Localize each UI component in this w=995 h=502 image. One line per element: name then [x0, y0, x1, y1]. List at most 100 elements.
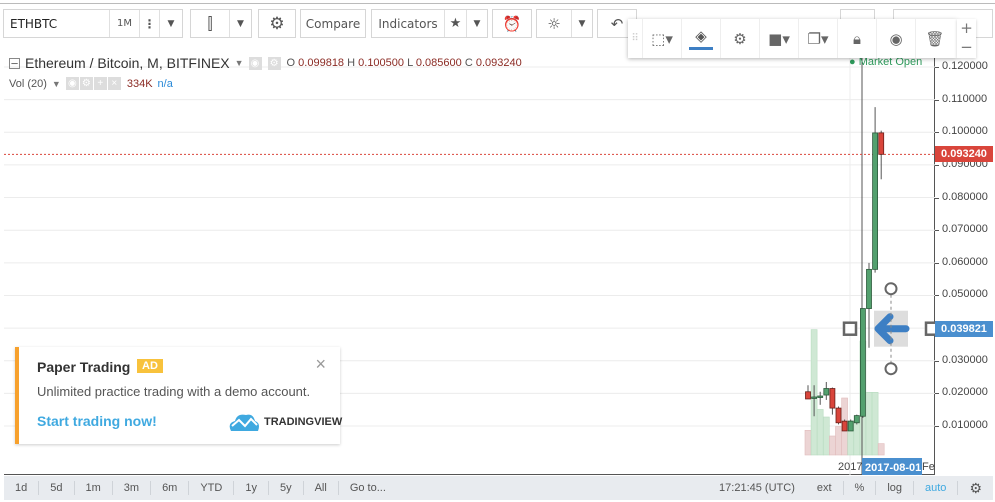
- range-goto[interactable]: Go to...: [337, 481, 397, 495]
- layers-icon[interactable]: ■▾: [759, 19, 798, 58]
- tick-mark: [935, 99, 939, 101]
- tick-mark: [935, 393, 939, 395]
- drag-handle-icon[interactable]: ⠿: [628, 33, 642, 44]
- price-tick: 0.050000: [942, 288, 988, 301]
- eye-icon[interactable]: ◉: [876, 19, 915, 58]
- indicators-group: Indicators ★ ▼: [371, 9, 488, 38]
- candlestick-icon[interactable]: ⫿: [191, 10, 229, 37]
- eye-icon[interactable]: ◉: [65, 77, 79, 90]
- range-3m[interactable]: 3m: [111, 481, 150, 495]
- volume-bar: [853, 420, 861, 456]
- lock-icon[interactable]: 🔒︎: [837, 19, 876, 58]
- price-tick: 0.070000: [942, 223, 988, 236]
- drawing-handle: [842, 321, 858, 336]
- candle-body: [841, 420, 848, 432]
- range-all[interactable]: All: [302, 481, 338, 495]
- close-icon[interactable]: ×: [107, 77, 121, 90]
- tick-mark: [935, 230, 939, 232]
- tick-mark: [935, 262, 939, 264]
- range-6m[interactable]: 6m: [150, 481, 188, 495]
- price-tick: 0.020000: [942, 386, 988, 399]
- volume-label: Vol (20): [9, 77, 47, 90]
- gear-icon[interactable]: ⚙: [267, 56, 281, 70]
- tick-mark: [935, 197, 939, 199]
- range-5d[interactable]: 5d: [38, 481, 73, 495]
- time-label: Feb: [922, 461, 935, 473]
- last-price-label: 0.093240: [935, 146, 993, 163]
- zoom-controls: + −: [957, 19, 976, 58]
- tick-mark: [935, 132, 939, 134]
- ohlc-values: O 0.099818 H 0.100500 L 0.085600 C 0.093…: [286, 57, 522, 69]
- chevron-down-icon[interactable]: ▼: [229, 10, 251, 37]
- range-1y[interactable]: 1y: [233, 481, 268, 495]
- scale-option-percent[interactable]: %: [842, 481, 876, 495]
- price-tick: 0.010000: [942, 419, 988, 432]
- gear-icon[interactable]: ⚙: [720, 19, 759, 58]
- zoom-out-button[interactable]: −: [957, 38, 976, 57]
- compare-button[interactable]: Compare: [300, 9, 366, 38]
- chevron-down-icon[interactable]: ▼: [466, 10, 487, 37]
- ad-banner: Paper Trading AD × Unlimited practice tr…: [15, 347, 342, 444]
- candle-body: [866, 268, 872, 309]
- interval-button[interactable]: 1M: [109, 10, 139, 37]
- ad-title: Paper Trading: [37, 359, 131, 375]
- chevron-down-icon[interactable]: ▼: [571, 10, 592, 37]
- tick-mark: [935, 295, 939, 297]
- price-axis[interactable]: 0.120000 0.110000 0.100000 0.090000 0.080000…: [935, 44, 993, 475]
- candle-body: [847, 420, 854, 432]
- series-legend: − Ethereum / Bitcoin, M, BITFINEX ▼ ◉ ⚙ O…: [9, 55, 522, 71]
- zoom-in-button[interactable]: +: [957, 19, 976, 38]
- price-tick: 0.120000: [942, 60, 988, 72]
- select-area-icon[interactable]: ⬚▾: [642, 19, 681, 58]
- candle-body: [835, 407, 842, 424]
- candle-body: [805, 391, 811, 400]
- symbol-toolbar-group: ETHBTC 1M ⋮ ▼: [3, 9, 183, 38]
- trash-icon[interactable]: 🗑︎: [915, 19, 954, 58]
- scale-option-log[interactable]: log: [875, 481, 913, 495]
- chevron-down-icon[interactable]: ▼: [235, 58, 244, 68]
- scale-option-auto[interactable]: auto: [913, 481, 957, 495]
- cloud-logo-icon: [229, 414, 259, 431]
- gear-icon[interactable]: ⚙: [957, 481, 993, 495]
- drawing-handle: [884, 362, 898, 376]
- cursor-price-label: 0.039821: [935, 320, 993, 337]
- chevron-down-icon[interactable]: ▼: [52, 79, 61, 89]
- scale-option-ext[interactable]: ext: [806, 481, 843, 495]
- volume-value: 334K: [126, 77, 153, 90]
- price-tick: 0.100000: [942, 125, 988, 138]
- range-1d[interactable]: 1d: [4, 481, 38, 495]
- drawing-handle: [924, 321, 940, 336]
- alert-button[interactable]: ⏰: [492, 9, 532, 38]
- plus-icon[interactable]: +: [93, 77, 107, 90]
- range-5y[interactable]: 5y: [267, 481, 303, 495]
- fill-bucket-icon[interactable]: ◈: [681, 19, 720, 58]
- candle-body: [878, 132, 885, 155]
- candle-body: [817, 395, 824, 398]
- tick-mark: [935, 67, 939, 68]
- start-trading-link[interactable]: Start trading now!: [37, 413, 157, 429]
- alarm-clock-icon: ⏰: [502, 14, 522, 33]
- candle-body: [829, 388, 836, 409]
- price-tick: 0.030000: [942, 353, 988, 366]
- gear-icon[interactable]: ⚙: [79, 77, 93, 90]
- collapse-icon[interactable]: −: [9, 57, 20, 70]
- tick-mark: [935, 164, 939, 166]
- utc-clock[interactable]: 17:21:45 (UTC): [708, 481, 806, 495]
- drawing-handle: [884, 282, 898, 296]
- symbol-input[interactable]: ETHBTC: [4, 10, 109, 37]
- volume-bar: [877, 443, 885, 456]
- close-icon[interactable]: ×: [315, 354, 326, 375]
- star-icon[interactable]: ★: [444, 10, 466, 37]
- clone-icon[interactable]: ❐▾: [798, 19, 837, 58]
- more-intervals-icon[interactable]: ⋮: [139, 10, 159, 37]
- lightbulb-icon[interactable]: ☼: [537, 10, 571, 37]
- eye-icon[interactable]: ◉: [248, 56, 262, 70]
- range-ytd[interactable]: YTD: [188, 481, 233, 495]
- chevron-down-icon[interactable]: ▼: [159, 10, 182, 37]
- range-1m[interactable]: 1m: [73, 481, 112, 495]
- settings-button[interactable]: ⚙: [258, 9, 296, 38]
- tradingview-logo: TRADINGVIEW: [227, 411, 342, 433]
- volume-bar: [822, 416, 830, 456]
- indicators-button[interactable]: Indicators: [372, 10, 444, 37]
- volume-bar: [816, 409, 824, 456]
